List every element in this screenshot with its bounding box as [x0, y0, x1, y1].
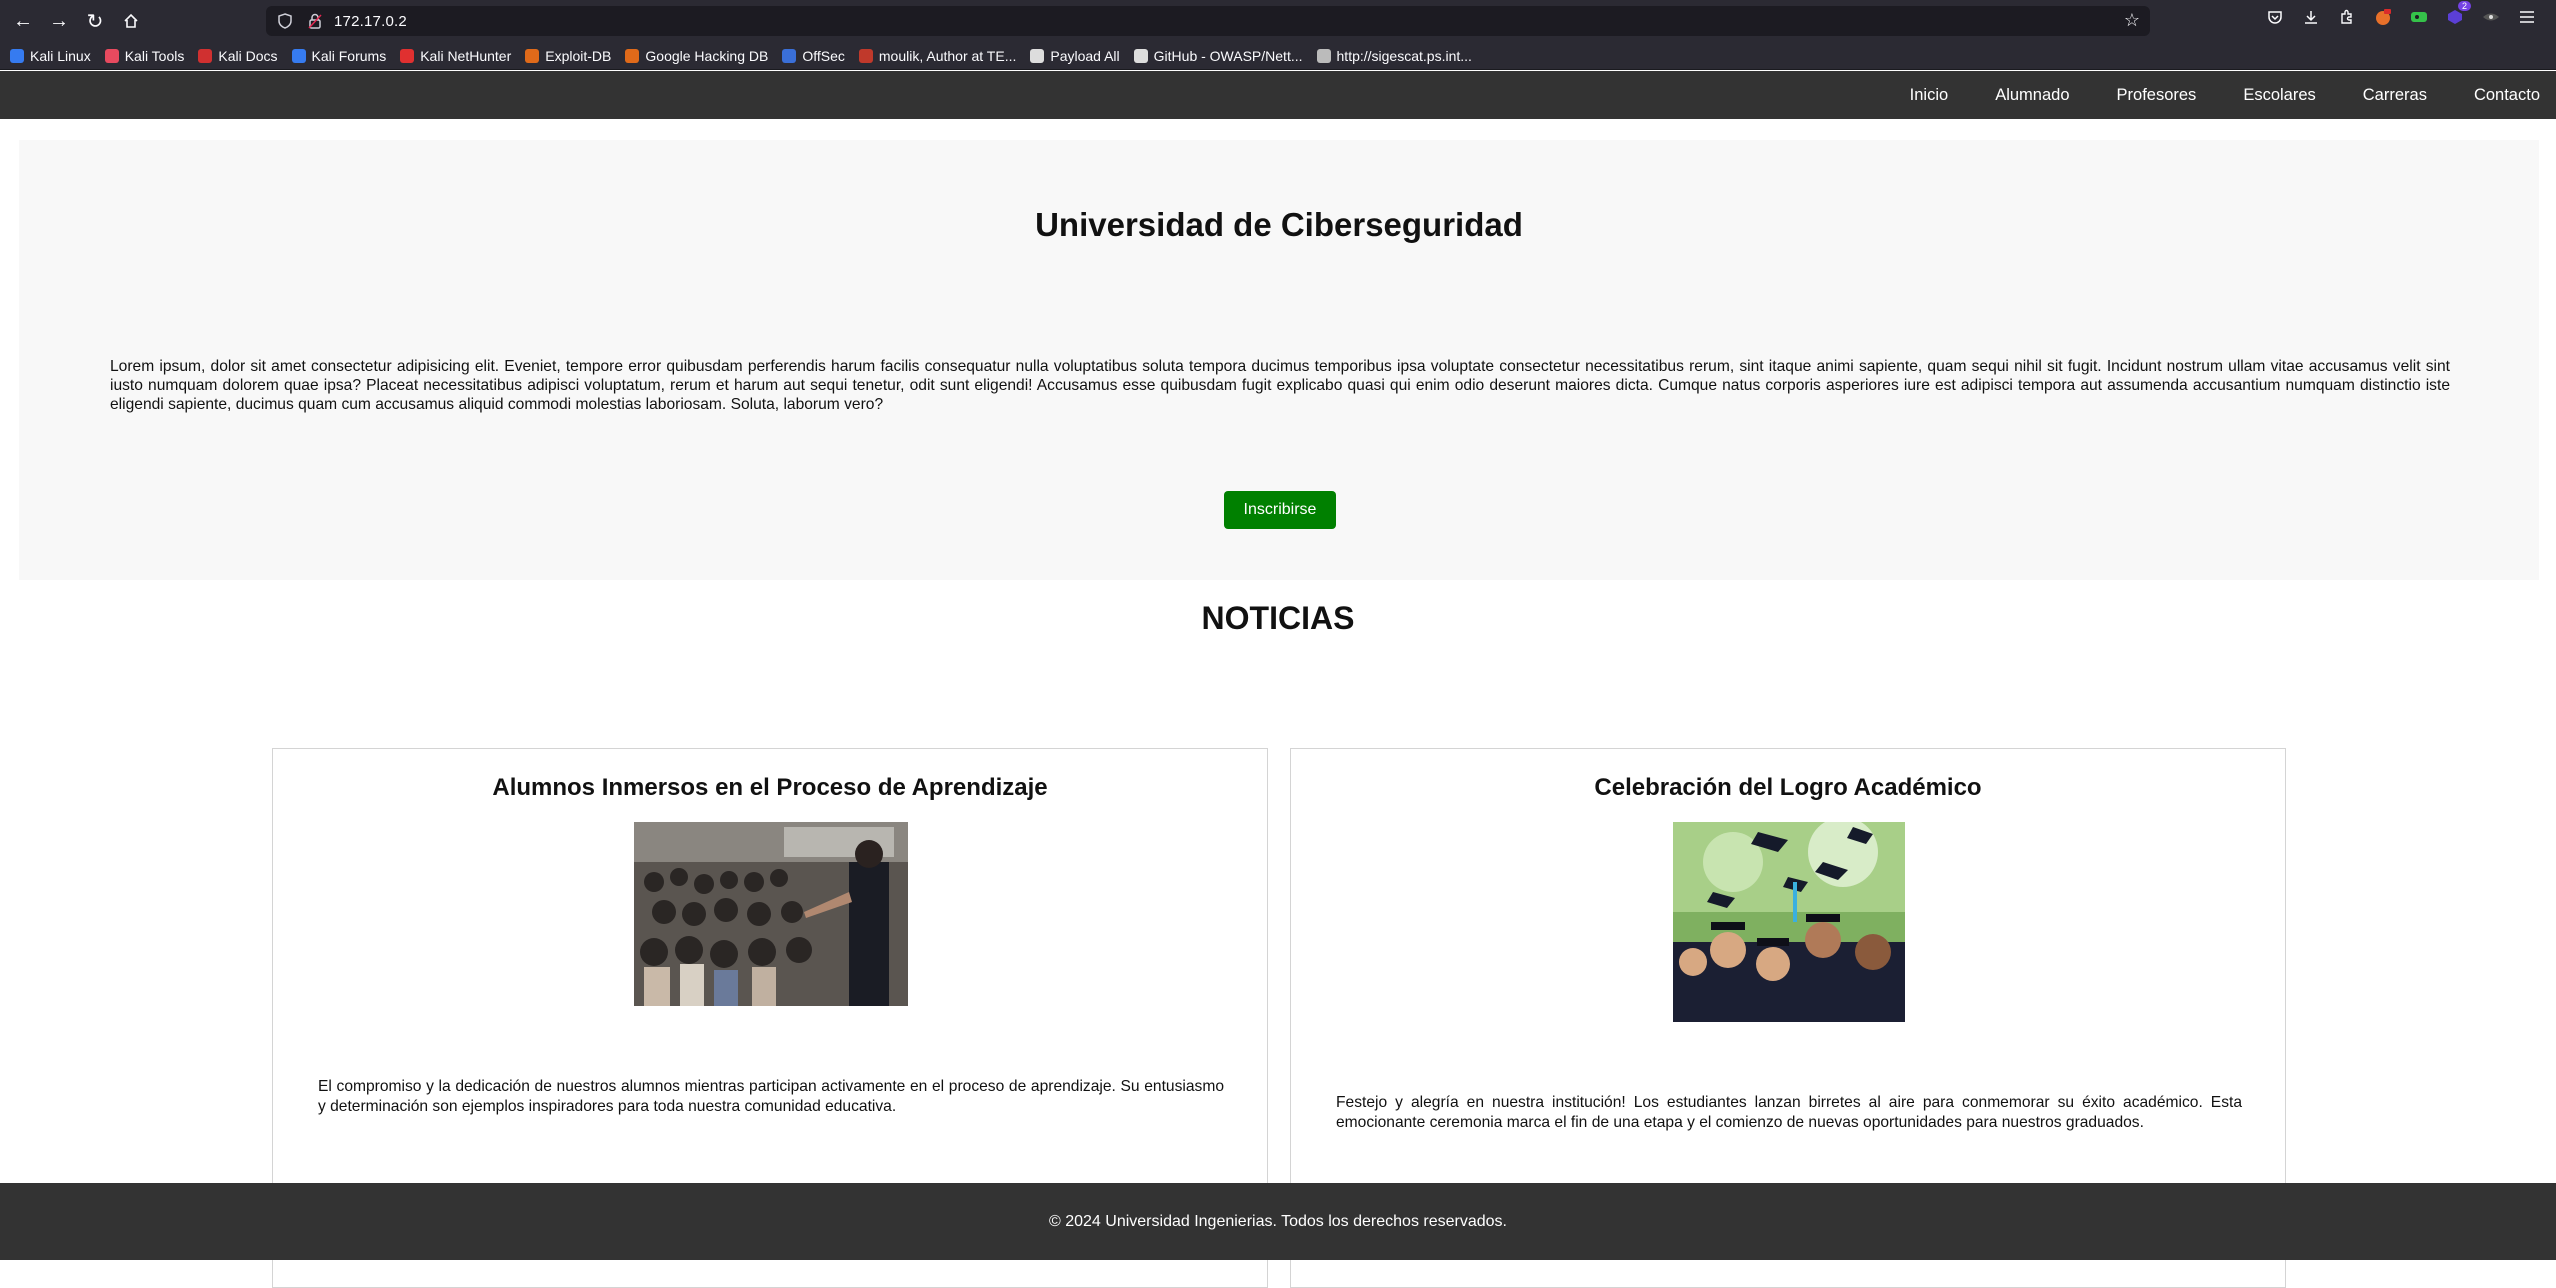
bookmark-label: Kali Docs	[218, 47, 278, 64]
reload-icon[interactable]: ↻	[78, 4, 112, 38]
nav-item-carreras[interactable]: Carreras	[2363, 86, 2427, 105]
hero-section: Universidad de Ciberseguridad Lorem ipsu…	[19, 140, 2539, 580]
bookmark-item[interactable]: OffSec	[782, 48, 845, 64]
bookmark-label: Kali Linux	[30, 47, 91, 64]
page-footer: © 2024 Universidad Ingenierias. Todos lo…	[0, 1183, 2556, 1260]
bookmark-favicon-icon	[104, 48, 119, 63]
bookmark-favicon-icon	[782, 48, 797, 63]
news-card-title: Alumnos Inmersos en el Proceso de Aprend…	[492, 774, 1048, 801]
bookmark-label: Google Hacking DB	[645, 47, 769, 64]
bookmark-item[interactable]: Kali Docs	[198, 47, 278, 64]
url-text[interactable]: 172.17.0.2	[334, 13, 407, 30]
bookmark-item[interactable]: Kali Linux	[10, 48, 91, 64]
bookmark-item[interactable]: Payload All	[1030, 47, 1120, 64]
forward-icon[interactable]: →	[42, 4, 76, 38]
bookmark-item[interactable]: Exploit-DB	[525, 48, 611, 64]
news-card-title: Celebración del Logro Académico	[1594, 774, 1982, 801]
wappalyzer-icon[interactable]: 2	[2442, 1, 2471, 30]
bookmark-item[interactable]: Google Hacking DB	[625, 48, 768, 64]
browser-toolbar: ← → ↻ 172.17.0.2 ☆ 2	[0, 0, 2556, 42]
extensions-icon[interactable]	[2334, 4, 2360, 30]
bookmark-favicon-icon	[400, 48, 415, 63]
hero-title: Universidad de Ciberseguridad	[1035, 206, 1523, 243]
bookmark-label: GitHub - OWASP/Nett...	[1153, 47, 1303, 64]
bookmark-favicon-icon	[525, 48, 540, 63]
enroll-button[interactable]: Inscribirse	[1224, 491, 1336, 529]
news-card-text: El compromiso y la dedicación de nuestro…	[318, 1078, 1224, 1115]
bookmark-label: moulik, Author at TE...	[878, 47, 1017, 64]
bookmark-label: Kali Tools	[124, 47, 185, 64]
home-icon[interactable]	[114, 4, 148, 38]
bookmark-label: OffSec	[802, 47, 845, 64]
extension-badge: 2	[2457, 1, 2471, 11]
bookmark-favicon-icon	[1316, 48, 1331, 63]
bookmark-favicon-icon	[1133, 48, 1148, 63]
classroom-photo	[634, 822, 908, 1006]
back-icon[interactable]: ←	[6, 4, 40, 38]
bookmark-item[interactable]: GitHub - OWASP/Nett...	[1133, 47, 1303, 64]
bookmark-favicon-icon	[625, 48, 640, 63]
bookmark-star-icon[interactable]: ☆	[2124, 10, 2140, 31]
cookie-editor-icon[interactable]	[2406, 4, 2432, 30]
bookmark-item[interactable]: Kali NetHunter	[400, 48, 511, 64]
bookmark-item[interactable]: Kali Forums	[291, 47, 387, 64]
bookmark-label: Kali NetHunter	[420, 47, 512, 64]
nav-item-inicio[interactable]: Inicio	[1910, 86, 1949, 105]
news-card-text: Festejo y alegría en nuestra institución…	[1336, 1094, 2242, 1131]
news-heading: NOTICIAS	[1201, 600, 1355, 636]
hero-description: Lorem ipsum, dolor sit amet consectetur …	[110, 358, 2450, 413]
hacktools-icon[interactable]	[2478, 4, 2504, 30]
bookmark-favicon-icon	[291, 48, 306, 63]
nav-item-profesores[interactable]: Profesores	[2117, 86, 2197, 105]
bookmark-label: Payload All	[1050, 47, 1120, 64]
lock-insecure-icon[interactable]	[304, 10, 326, 32]
bookmark-label: Kali Forums	[311, 47, 387, 64]
bookmark-favicon-icon	[858, 48, 873, 63]
foxyproxy-icon[interactable]	[2370, 4, 2396, 30]
bookmark-label: Exploit-DB	[545, 47, 612, 64]
menu-icon[interactable]	[2514, 4, 2540, 30]
pocket-icon[interactable]	[2262, 4, 2288, 30]
shield-icon[interactable]	[274, 10, 296, 32]
bookmark-item[interactable]: Kali Tools	[104, 47, 185, 64]
url-bar[interactable]: 172.17.0.2 ☆	[266, 6, 2150, 36]
nav-item-escolares[interactable]: Escolares	[2243, 86, 2315, 105]
bookmark-favicon-icon	[1030, 48, 1045, 63]
nav-item-contacto[interactable]: Contacto	[2474, 86, 2540, 105]
copyright-text: © 2024 Universidad Ingenierias. Todos lo…	[1049, 1212, 1507, 1230]
bookmarks-toolbar: Kali Linux Kali Tools Kali Docs Kali Forums…	[0, 42, 2556, 70]
bookmark-favicon-icon	[10, 48, 24, 63]
site-navbar: Inicio Alumnado Profesores Escolares Car…	[0, 71, 2556, 119]
download-icon[interactable]	[2298, 4, 2324, 30]
bookmark-item[interactable]: moulik, Author at TE...	[858, 47, 1017, 64]
graduation-photo	[1673, 822, 1905, 1022]
nav-item-alumnado[interactable]: Alumnado	[1995, 86, 2069, 105]
bookmark-favicon-icon	[198, 48, 213, 63]
bookmark-label: http://sigescat.ps.int...	[1336, 47, 1472, 64]
bookmark-item[interactable]: http://sigescat.ps.int...	[1316, 47, 1472, 64]
